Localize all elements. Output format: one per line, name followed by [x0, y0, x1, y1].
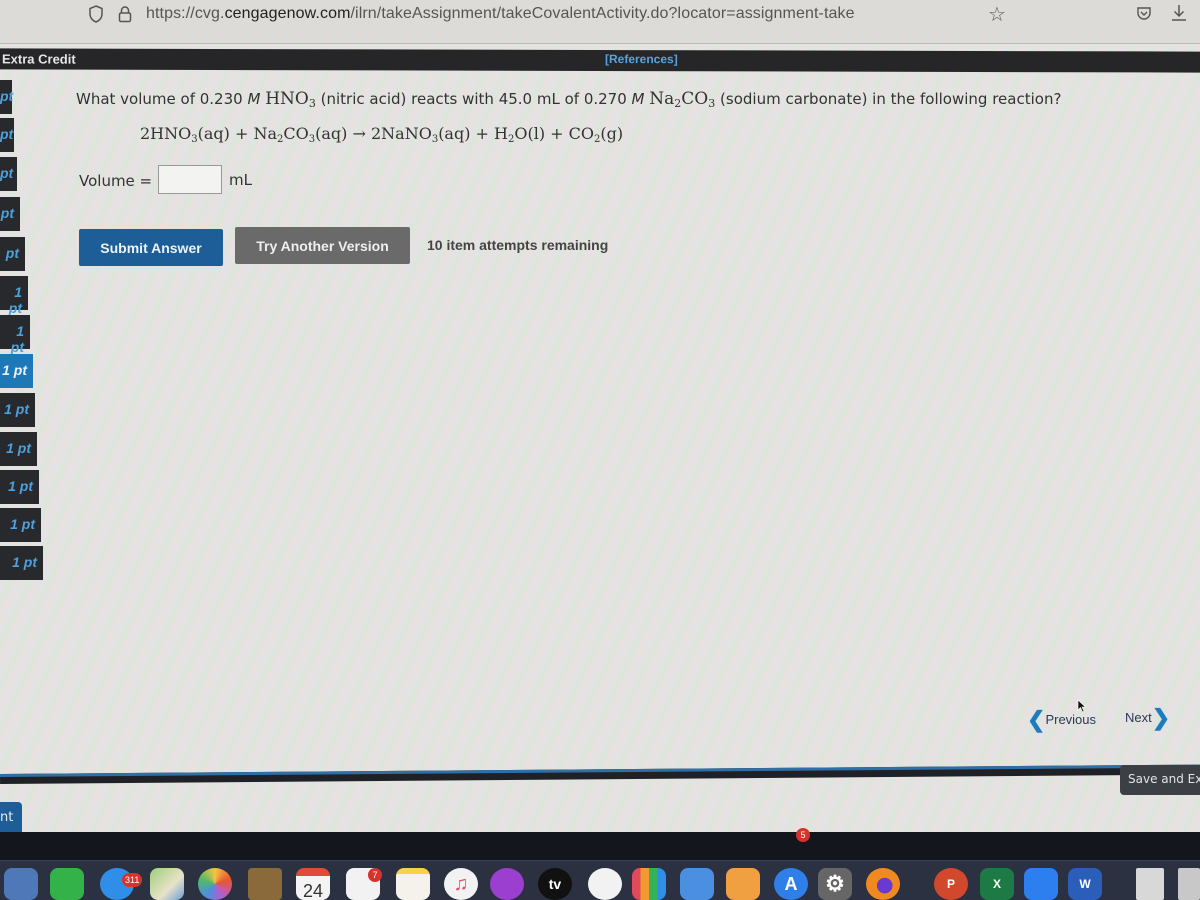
formula-na2co3: Na2CO3	[649, 89, 716, 110]
dock-item-firefox[interactable]	[866, 868, 900, 900]
dock-item-numbers[interactable]	[632, 868, 666, 900]
submit-answer-button[interactable]: Submit Answer	[79, 229, 223, 266]
question-nav-item-active[interactable]: 1 pt	[0, 354, 33, 388]
assignment-title: Extra Credit	[2, 51, 76, 67]
question-nav-item[interactable]: 1 pt	[0, 546, 43, 580]
eq-part: O(l) + CO	[514, 124, 595, 143]
dock-item-photos[interactable]	[198, 868, 232, 900]
dock-item-facetime[interactable]	[50, 868, 84, 900]
volume-unit: mL	[229, 171, 252, 189]
dock-item-podcasts[interactable]	[490, 868, 524, 900]
dock-item-notes[interactable]	[396, 868, 430, 900]
eq-part: (aq) + Na	[197, 124, 278, 143]
url-domain: cengagenow.com	[224, 5, 351, 22]
bookmark-star-icon[interactable]: ☆	[988, 2, 1006, 26]
lock-icon[interactable]	[117, 5, 133, 23]
formula-subscript: 3	[708, 97, 716, 110]
bottom-left-button[interactable]: nt	[0, 802, 22, 836]
formula-text: Na	[649, 89, 675, 109]
question-nav-item[interactable]: pt	[0, 157, 17, 191]
question-nav-item[interactable]: pt	[0, 118, 14, 152]
mouse-cursor-icon	[1077, 699, 1087, 713]
formula-text: HNO	[265, 89, 309, 109]
eq-part: (aq) → 2NaNO	[315, 124, 432, 143]
dock-item-contacts[interactable]	[248, 868, 282, 900]
dock-item-maps[interactable]	[150, 868, 184, 900]
question-nav-item[interactable]: 1 pt	[0, 508, 41, 542]
eq-part: 2HNO	[140, 124, 192, 143]
question-text-part: (sodium carbonate) in the following reac…	[720, 90, 1062, 108]
url-prefix: https://cvg.	[146, 5, 225, 22]
question-nav-item[interactable]: pt	[0, 197, 20, 231]
eq-part: (g)	[600, 124, 624, 143]
save-and-exit-button[interactable]: Save and Exit	[1120, 765, 1200, 795]
question-nav-item[interactable]: pt	[0, 237, 25, 271]
try-another-version-button[interactable]: Try Another Version	[235, 227, 410, 264]
question-nav-item[interactable]: 1 pt	[0, 432, 37, 466]
chevron-left-icon: ❮	[1027, 707, 1046, 732]
pocket-icon[interactable]	[1136, 5, 1152, 21]
chemical-equation: 2HNO3(aq) + Na2CO3(aq) → 2NaNO3(aq) + H2…	[140, 124, 623, 145]
shield-icon[interactable]	[88, 5, 104, 23]
dock-item-news[interactable]	[588, 868, 622, 900]
messages-badge: 311	[122, 873, 143, 887]
question-nav-item[interactable]: 1 pt	[0, 393, 35, 427]
volume-input[interactable]	[158, 165, 222, 194]
app-store-badge: 5	[796, 828, 810, 842]
volume-label: Volume =	[79, 172, 153, 190]
chevron-right-icon: ❯	[1151, 705, 1171, 730]
eq-part: CO	[283, 124, 309, 143]
browser-url-bar: https://cvg.cengagenow.com/ilrn/takeAssi…	[0, 0, 1200, 44]
download-icon[interactable]	[1170, 3, 1188, 23]
dock-item-powerpoint[interactable]: P	[934, 868, 968, 900]
attempts-remaining: 10 item attempts remaining	[427, 237, 609, 253]
dock-item-document-2[interactable]	[1178, 868, 1200, 900]
dock-item-excel[interactable]: X	[980, 868, 1014, 900]
eq-part: (aq) + H	[438, 124, 508, 143]
dock-item-music[interactable]: ♫	[444, 868, 478, 900]
question-nav-item[interactable]: 1 pt	[0, 276, 28, 316]
previous-label: Previous	[1045, 712, 1097, 727]
molarity-symbol: M	[631, 90, 645, 108]
url-field[interactable]: https://cvg.cengagenow.com/ilrn/takeAssi…	[146, 5, 855, 23]
dock-item-calendar[interactable]: 24	[296, 868, 330, 900]
reminders-badge: 7	[368, 868, 382, 882]
formula-subscript: 3	[308, 97, 316, 110]
question-text: What volume of 0.230 M HNO3 (nitric acid…	[76, 89, 1061, 110]
formula-hno3: HNO3	[265, 89, 316, 110]
dock-item-preview[interactable]	[4, 868, 38, 900]
question-nav-item[interactable]: 1 pt	[0, 315, 30, 355]
url-path: /ilrn/takeAssignment/takeCovalentActivit…	[350, 5, 855, 22]
dock-item-word[interactable]: W	[1068, 868, 1102, 900]
dock-item-zoom[interactable]	[1024, 868, 1058, 900]
references-link[interactable]: [References]	[605, 52, 678, 66]
formula-text: CO	[681, 89, 709, 109]
molarity-symbol: M	[247, 90, 261, 108]
dock-item-keynote[interactable]	[680, 868, 714, 900]
question-nav-item[interactable]: pt	[0, 80, 13, 114]
dock-item-apple-tv[interactable]: tv	[538, 868, 572, 900]
next-button[interactable]: Next❯	[1125, 705, 1170, 731]
next-label: Next	[1125, 710, 1152, 725]
dock-item-pages[interactable]	[726, 868, 760, 900]
question-nav-item[interactable]: 1 pt	[0, 470, 39, 504]
dock-item-system-preferences[interactable]: ⚙	[818, 868, 852, 900]
dock-item-app-store[interactable]: A	[774, 868, 808, 900]
assignment-header-bar: Extra Credit [References]	[0, 48, 1200, 73]
question-text-part: What volume of 0.230	[76, 90, 243, 108]
dock-item-document[interactable]	[1136, 868, 1164, 900]
question-text-part: (nitric acid) reacts with 45.0 mL of 0.2…	[320, 90, 627, 108]
